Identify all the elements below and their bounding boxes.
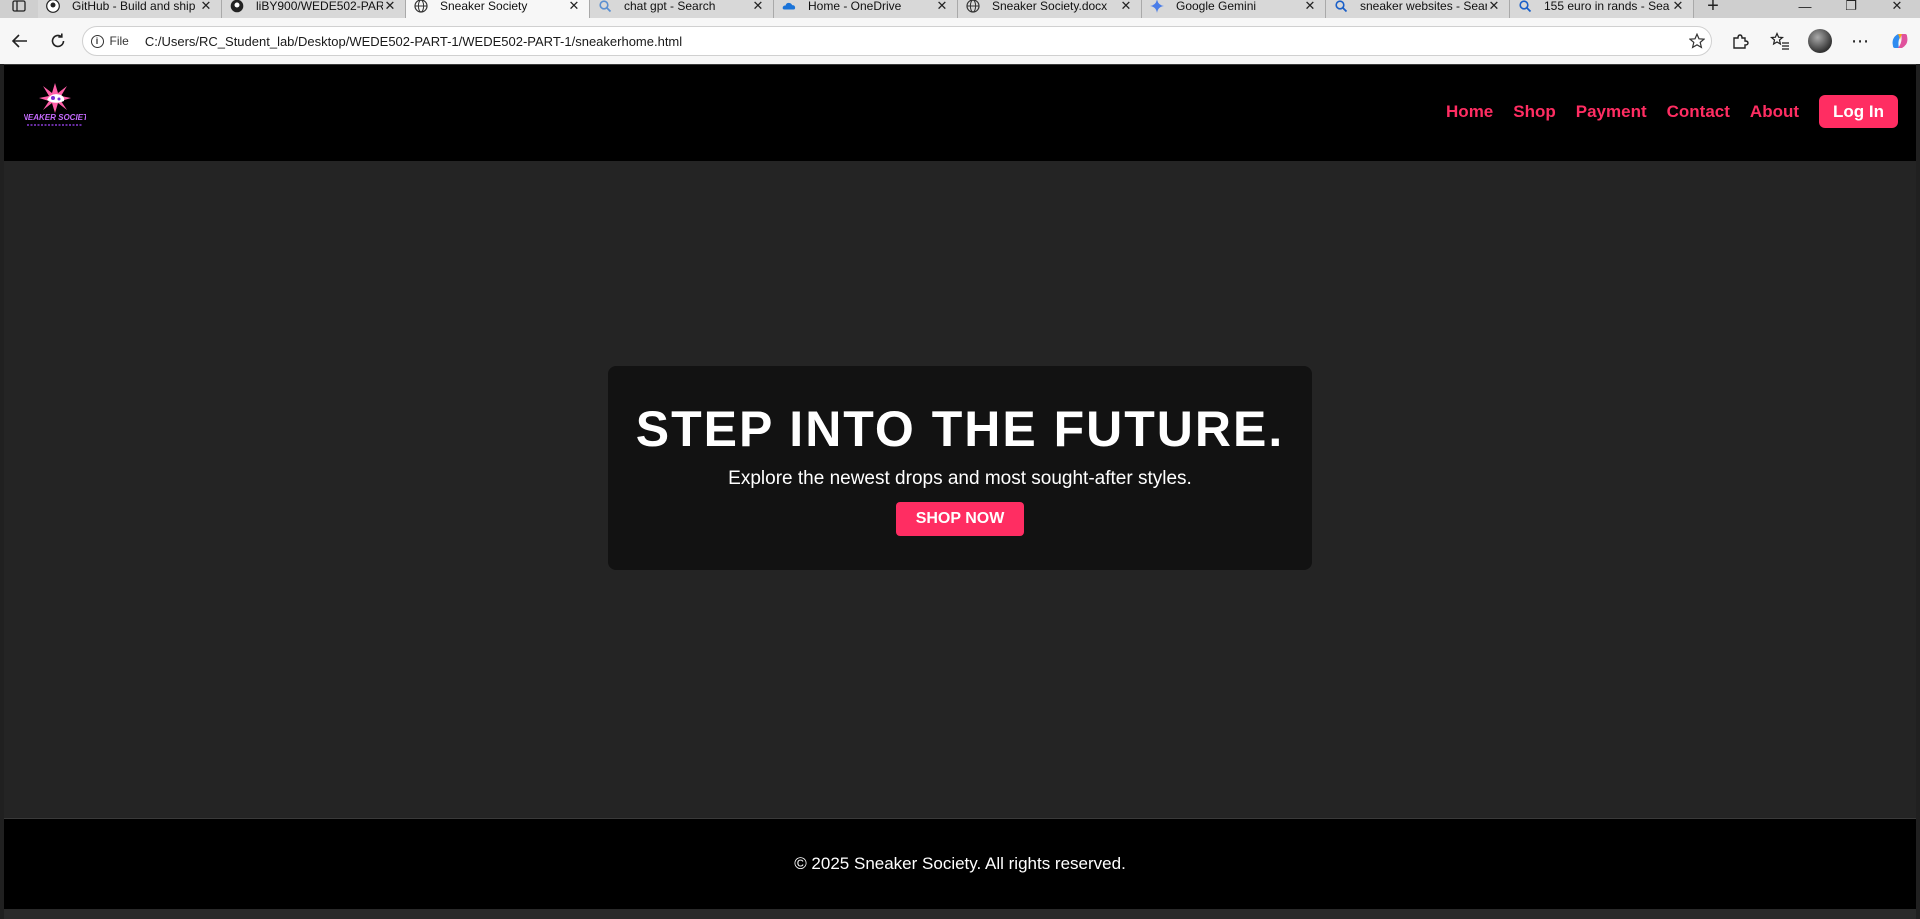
copilot-button[interactable] — [1880, 23, 1920, 59]
browser-toolbar: i File C:/Users/RC_Student_lab/Desktop/W… — [0, 18, 1920, 64]
copilot-icon — [1892, 34, 1908, 48]
profile-button[interactable] — [1800, 23, 1840, 59]
browser-tab-bar: GitHub - Build and ship ✕ liBY900/WEDE50… — [0, 0, 1920, 18]
sneaker-society-logo-icon: SNEAKER SOCIETY — [17, 83, 94, 126]
shop-now-button[interactable]: SHOP NOW — [895, 502, 1025, 536]
puzzle-icon — [1733, 34, 1749, 49]
tab-title: liBY900/WEDE502-PAR — [256, 0, 383, 13]
search-icon — [598, 0, 612, 16]
page-viewport: SNEAKER SOCIETY Home Shop Payment Contac… — [4, 64, 1916, 919]
tab-actions-icon — [12, 0, 26, 12]
tab-sneaker-docx[interactable]: Sneaker Society.docx ✕ — [958, 0, 1142, 18]
globe-icon — [414, 0, 428, 16]
close-icon[interactable]: ✕ — [935, 0, 949, 14]
close-icon[interactable]: ✕ — [567, 0, 581, 14]
close-icon[interactable]: ✕ — [1303, 0, 1317, 14]
close-icon[interactable]: ✕ — [1671, 0, 1685, 14]
hero-title: STEP INTO THE FUTURE. — [635, 401, 1285, 457]
restore-button[interactable]: ❐ — [1828, 0, 1874, 18]
address-bar[interactable]: i File C:/Users/RC_Student_lab/Desktop/W… — [81, 26, 1712, 56]
settings-menu-button[interactable]: ⋯ — [1840, 23, 1880, 59]
scheme-label: File — [109, 34, 129, 48]
close-icon[interactable]: ✕ — [199, 0, 213, 14]
page-bottom-strip — [4, 909, 1916, 919]
window-controls: — ❐ ✕ — [1782, 0, 1920, 18]
hero-card: STEP INTO THE FUTURE. Explore the newest… — [608, 366, 1312, 570]
onedrive-icon — [782, 2, 796, 16]
tab-chatgpt-search[interactable]: chat gpt - Search ✕ — [590, 0, 774, 18]
tab-actions-button[interactable] — [0, 0, 38, 18]
globe-icon — [966, 0, 980, 16]
site-header: SNEAKER SOCIETY Home Shop Payment Contac… — [4, 64, 1916, 161]
tab-title: Sneaker Society — [440, 0, 528, 13]
tab-euro-rands[interactable]: 155 euro in rands - Sea ✕ — [1510, 0, 1694, 18]
star-icon — [1689, 33, 1705, 49]
site-info-button[interactable]: i File — [90, 34, 129, 48]
avatar — [1808, 29, 1832, 53]
tab-google-gemini[interactable]: Google Gemini ✕ — [1142, 0, 1326, 18]
tab-title: Sneaker Society.docx — [992, 0, 1108, 13]
info-icon: i — [90, 34, 104, 48]
tab-title: chat gpt - Search — [624, 0, 716, 13]
nav-shop-link[interactable]: Shop — [1513, 102, 1556, 122]
back-button[interactable] — [2, 23, 38, 59]
hero-section: STEP INTO THE FUTURE. Explore the newest… — [4, 161, 1916, 817]
favorites-button[interactable] — [1760, 23, 1800, 59]
tab-github-repo[interactable]: liBY900/WEDE502-PAR ✕ — [222, 0, 406, 18]
url-text[interactable]: C:/Users/RC_Student_lab/Desktop/WEDE502-… — [145, 34, 1683, 49]
nav-contact-link[interactable]: Contact — [1667, 102, 1730, 122]
gemini-icon — [1150, 0, 1164, 16]
tab-title: GitHub - Build and ship — [72, 0, 196, 13]
tab-title: Google Gemini — [1176, 0, 1257, 13]
tab-title: sneaker websites - Sear — [1360, 0, 1487, 13]
more-icon: ⋯ — [1851, 30, 1869, 51]
extensions-button[interactable] — [1720, 23, 1760, 59]
tab-onedrive[interactable]: Home - OneDrive ✕ — [774, 0, 958, 18]
refresh-icon — [51, 33, 64, 48]
favorites-icon — [1770, 32, 1789, 50]
tab-title: Home - OneDrive — [808, 0, 902, 13]
close-icon[interactable]: ✕ — [383, 0, 397, 14]
search-icon — [1518, 0, 1532, 16]
logo-wordmark: SNEAKER SOCIETY — [24, 113, 86, 122]
github-icon — [230, 0, 244, 16]
back-arrow-icon — [11, 34, 27, 48]
plus-icon: + — [1707, 0, 1719, 17]
main-nav: Home Shop Payment Contact About Log In — [1426, 95, 1898, 128]
close-icon: ✕ — [1891, 0, 1903, 13]
favorite-button[interactable] — [1683, 33, 1711, 49]
close-icon[interactable]: ✕ — [1487, 0, 1501, 14]
tab-title: 155 euro in rands - Sea — [1544, 0, 1670, 13]
minimize-icon: — — [1798, 0, 1812, 14]
footer-copyright: © 2025 Sneaker Society. All rights reser… — [794, 854, 1126, 873]
nav-about-link[interactable]: About — [1750, 102, 1799, 122]
nav-home-link[interactable]: Home — [1446, 102, 1493, 122]
search-icon — [1334, 0, 1348, 16]
github-icon — [46, 0, 60, 16]
refresh-button[interactable] — [40, 23, 76, 59]
restore-icon: ❐ — [1845, 0, 1857, 13]
close-icon[interactable]: ✕ — [751, 0, 765, 14]
tab-github-build[interactable]: GitHub - Build and ship ✕ — [38, 0, 222, 18]
new-tab-button[interactable]: + — [1694, 0, 1732, 18]
login-button[interactable]: Log In — [1819, 95, 1898, 128]
minimize-button[interactable]: — — [1782, 0, 1828, 18]
close-window-button[interactable]: ✕ — [1874, 0, 1920, 18]
toolbar-right: ⋯ — [1720, 23, 1920, 59]
tab-sneaker-websites[interactable]: sneaker websites - Sear ✕ — [1326, 0, 1510, 18]
nav-payment-link[interactable]: Payment — [1576, 102, 1647, 122]
hero-subtitle: Explore the newest drops and most sought… — [728, 468, 1192, 489]
close-icon[interactable]: ✕ — [1119, 0, 1133, 14]
site-logo[interactable]: SNEAKER SOCIETY — [17, 79, 94, 131]
tab-sneaker-society[interactable]: Sneaker Society ✕ — [406, 0, 590, 18]
site-footer: © 2025 Sneaker Society. All rights reser… — [4, 818, 1916, 909]
